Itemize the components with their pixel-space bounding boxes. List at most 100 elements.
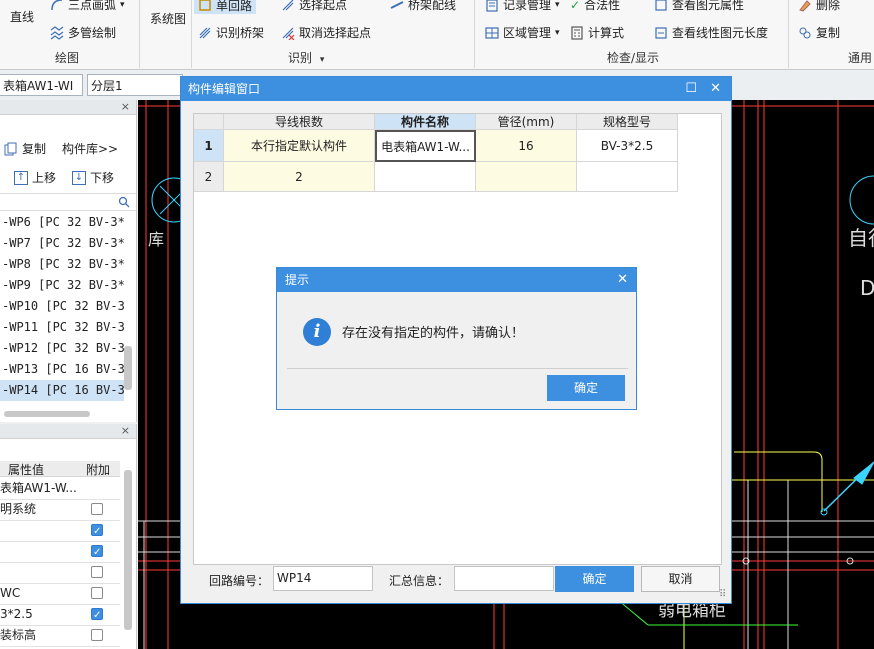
single-loop-button[interactable]: 单回路 [194,0,257,14]
summary-field[interactable] [454,566,554,591]
attach-checkbox[interactable] [91,543,103,562]
property-row[interactable] [0,562,120,584]
editor-cancel-button[interactable]: 取消 [641,566,720,592]
col-header-name: 构件名称 [375,114,476,130]
row-index[interactable]: 2 [194,162,224,192]
cell-spec[interactable]: BV-3*2.5 [577,130,678,162]
property-value: 表箱AW1-W... [0,481,77,495]
loop-item[interactable]: -WP11 [PC 32 BV-3*1 [0,317,124,338]
property-vertical-scrollbar[interactable] [124,470,132,630]
delete-label: 删除 [816,0,841,12]
loop-horizontal-scrollbar[interactable] [4,411,90,417]
editor-ok-button[interactable]: 确定 [555,566,634,592]
cell-name[interactable] [375,162,476,192]
loop-item-selected[interactable]: -WP14 [PC 16 BV-3*2 [0,380,124,401]
property-row[interactable]: 表箱AW1-W... [0,478,120,500]
close-icon[interactable]: × [121,100,130,113]
attach-checkbox[interactable] [91,629,103,641]
move-down-tool[interactable]: ↓ 下移 [72,169,114,186]
arrow-up-icon: ↑ [14,170,28,185]
cell-spec[interactable] [577,162,678,192]
copy-tool[interactable]: 复制 [4,140,46,157]
view-length-button[interactable]: 查看线性图元长度 [654,24,768,41]
prompt-title: 提示 [285,273,310,287]
bridge-wiring-icon [390,0,404,9]
row-index[interactable]: 1 [194,130,224,162]
property-row[interactable]: WC [0,583,120,605]
cell-diameter[interactable] [476,162,577,192]
attach-checkbox[interactable] [91,503,103,515]
loop-item[interactable]: -WP12 [PC 32 BV-3*1 [0,338,124,359]
loop-item[interactable]: -WP8 [PC 32 BV-3*10 [0,254,124,275]
legality-button[interactable]: ✓ 合法性 [570,0,620,13]
close-icon[interactable]: × [121,424,130,437]
move-down-label: 下移 [90,171,115,185]
attach-checkbox[interactable] [91,606,103,625]
attach-checkbox[interactable] [91,566,103,578]
ribbon-separator [191,0,192,68]
identify-group-label: 识别 ▾ [288,49,324,66]
loop-no-field[interactable]: WP14 [273,566,373,591]
property-row[interactable]: 3*2.5 [0,604,120,626]
floor-combo[interactable]: 分层1 [87,74,183,96]
view-props-button[interactable]: 查看图元属性 [654,0,744,13]
delete-button[interactable]: 删除 [798,0,840,13]
library-tool[interactable]: 构件库>> [62,140,118,157]
cell-wires[interactable]: 本行指定默认构件 [224,130,375,162]
record-dropdown-icon: ▾ [555,0,560,10]
move-up-tool[interactable]: ↑ 上移 [14,169,56,186]
close-icon[interactable]: ✕ [617,268,628,292]
maximize-icon[interactable]: ☐ [685,77,697,101]
copy-tool-label: 复制 [22,142,47,156]
bridge-wiring-button[interactable]: 桥架配线 [390,0,456,13]
editor-titlebar[interactable]: 构件编辑窗口 ☐ ✕ [181,77,731,101]
eraser-icon [799,0,811,12]
identify-group-dropdown-icon[interactable]: ▾ [320,55,325,65]
cell-name[interactable]: 电表箱AW1-W... [375,130,476,162]
multi-pipe-icon [50,25,64,40]
multi-pipe-button[interactable]: 多管绘制 [50,24,116,41]
prompt-ok-button[interactable]: 确定 [547,375,625,401]
draw-group-label: 绘图 [55,51,80,65]
loop-item[interactable]: -WP7 [PC 32 BV-3*10 [0,233,124,254]
loop-item[interactable]: -WP13 [PC 16 BV-3*2 [0,359,124,380]
property-header-row: 属性值 附加 [0,461,120,477]
identify-bridge-button[interactable]: 识别桥架 [198,24,264,41]
loop-item[interactable]: -WP6 [PC 32 BV-3*10 [0,212,124,233]
attach-checkbox[interactable] [91,522,103,541]
component-combo[interactable]: 表箱AW1-WI [0,74,83,96]
cancel-start-button[interactable]: 取消选择起点 [281,24,371,41]
cell-wires[interactable]: 2 [224,162,375,192]
legality-label: 合法性 [584,0,621,12]
cell-diameter[interactable]: 16 [476,130,577,162]
resize-grip-icon[interactable]: ⠿ [719,589,726,600]
copy-button[interactable]: 复制 [798,24,840,41]
attach-checkbox[interactable] [91,587,103,599]
record-mgmt-button[interactable]: 记录管理 ▾ [485,0,560,13]
loop-vertical-scrollbar[interactable] [124,346,132,390]
col-header-wires: 导线根数 [224,114,375,130]
select-start-label: 选择起点 [299,0,348,12]
loop-item[interactable]: -WP9 [PC 32 BV-3*10 [0,275,124,296]
property-row[interactable] [0,520,120,542]
formula-button[interactable]: 计算式 [570,24,624,41]
property-panel-header: × [0,424,136,439]
prompt-titlebar[interactable]: 提示 ✕ [277,268,636,292]
ribbon-separator [139,0,140,68]
cad-text-3: 弱电箱柜 [658,601,726,621]
loop-item[interactable]: -WP10 [PC 32 BV-3*1 [0,296,124,317]
loop-search-field[interactable] [0,193,136,211]
select-start-button[interactable]: 选择起点 [281,0,347,13]
arc-button[interactable]: 三点画弧 ▾ [50,0,125,13]
component-combo-value: 表箱AW1-WI [3,78,74,93]
ribbon-separator [788,0,789,68]
arc-dropdown-icon: ▾ [120,0,125,10]
area-mgmt-button[interactable]: 区域管理 ▾ [485,24,560,41]
close-icon[interactable]: ✕ [710,77,721,101]
property-row[interactable]: 明系统 [0,499,120,521]
property-row[interactable]: 装标高 [0,625,120,647]
line-button[interactable]: 直线 [10,8,34,25]
property-row[interactable] [0,541,120,563]
system-diagram-button[interactable]: 系统图 [150,10,186,27]
editor-title: 构件编辑窗口 [188,82,261,96]
